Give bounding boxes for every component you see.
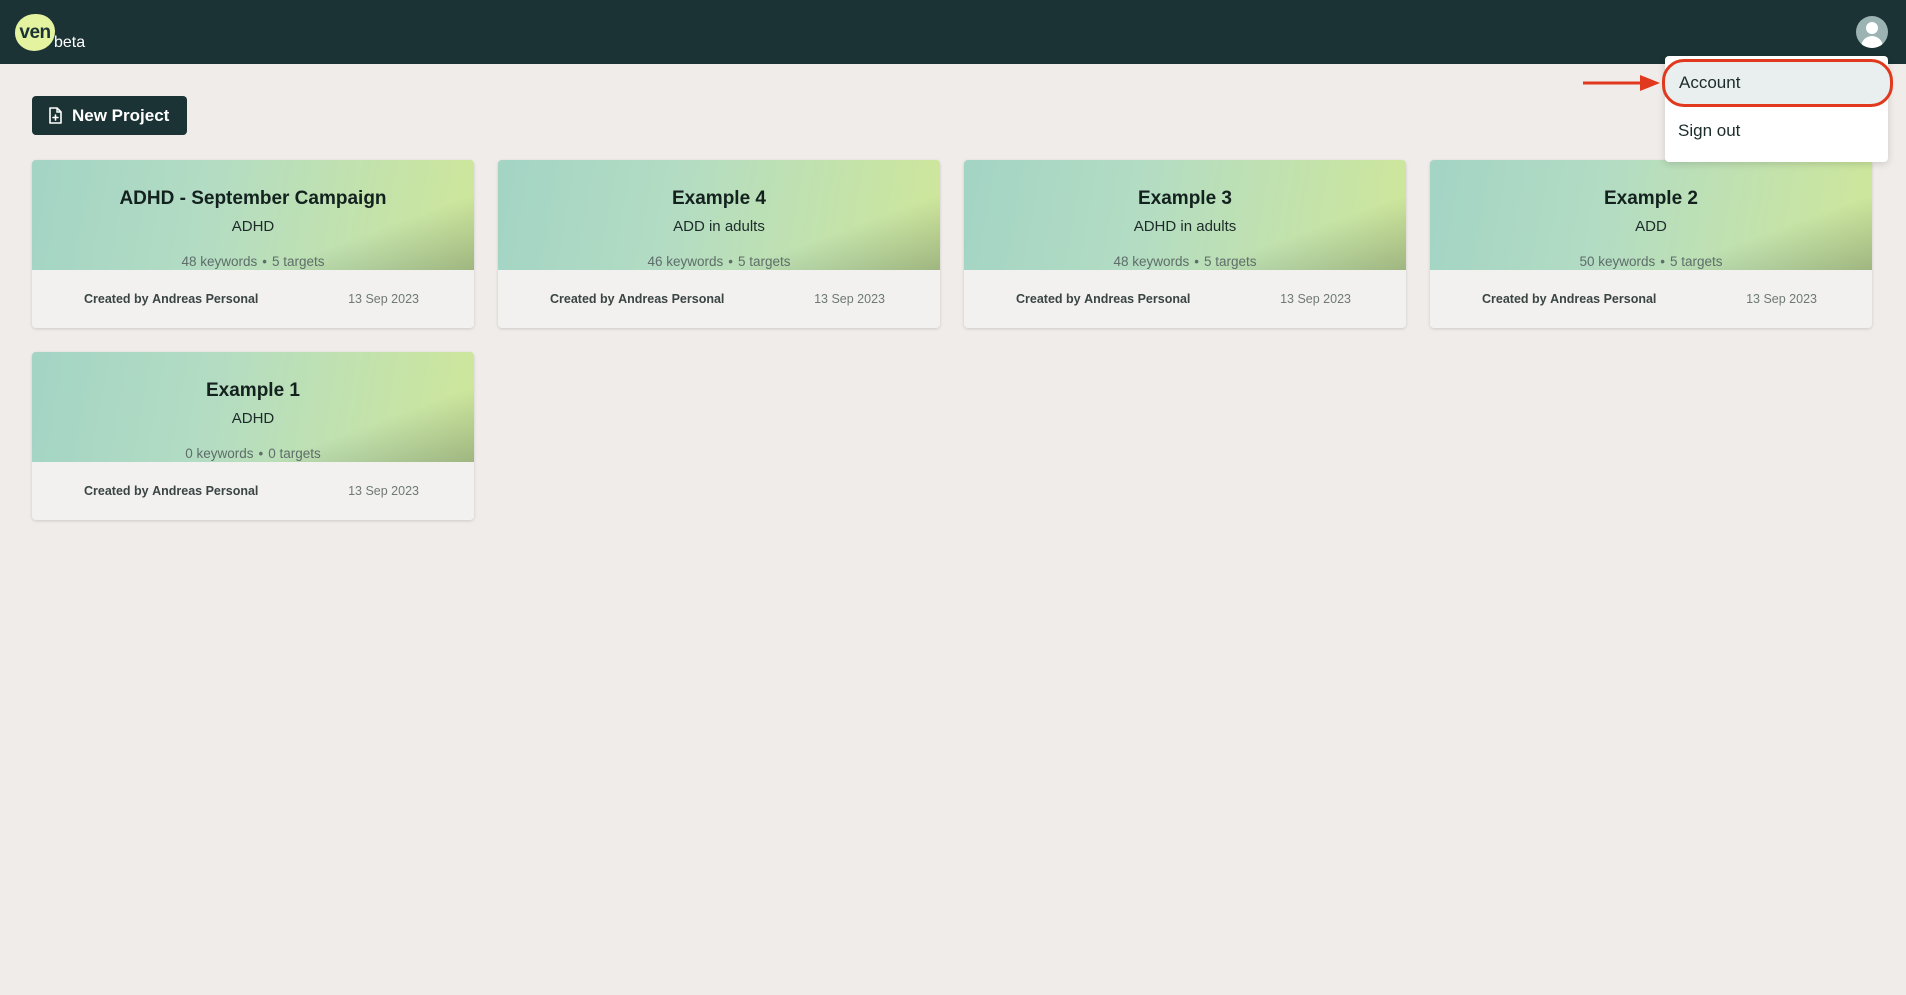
project-subtitle: ADD in adults [673,218,765,235]
target-count: 5 targets [1670,254,1723,269]
target-count: 5 targets [738,254,791,269]
created-by: Created by Andreas Personal [84,484,258,498]
meta-separator: • [728,254,733,269]
user-menu: Account Sign out [1662,56,1893,162]
project-card[interactable]: ADHD - September Campaign ADHD 48 keywor… [32,160,474,328]
logo-text: ven [19,21,51,43]
keyword-count: 48 keywords [181,254,258,269]
new-project-label: New Project [72,105,170,125]
created-date: 13 Sep 2023 [348,484,419,498]
meta-separator: • [1660,254,1665,269]
project-title: ADHD - September Campaign [119,188,387,209]
created-by-label: Created by [550,292,615,306]
created-date: 13 Sep 2023 [1746,292,1817,306]
meta-separator: • [258,446,264,461]
project-card[interactable]: Example 1 ADHD 0 keywords • 0 targets Crea… [32,352,474,520]
creator-name: Andreas Personal [618,292,725,306]
created-by: Created by Andreas Personal [550,292,724,306]
card-footer: Created by Andreas Personal 13 Sep 2023 [32,462,474,520]
keyword-count: 46 keywords [647,254,724,269]
project-meta: 50 keywords • 5 targets [1430,254,1872,269]
user-icon[interactable] [1856,16,1888,48]
project-meta: 48 keywords • 5 targets [964,254,1406,269]
menu-item-label: Account [1679,73,1741,92]
card-footer: Created by Andreas Personal 13 Sep 2023 [498,270,940,328]
meta-separator: • [262,254,267,269]
user-icon-body [1861,36,1883,48]
card-header: Example 3 ADHD in adults 48 keywords • 5 t… [964,160,1406,270]
target-count: 5 targets [272,254,325,269]
card-footer: Created by Andreas Personal 13 Sep 2023 [32,270,474,328]
user-icon-head [1866,22,1878,34]
project-meta: 0 keywords • 0 targets [32,446,474,461]
created-by-label: Created by [1016,292,1081,306]
creator-name: Andreas Personal [152,484,259,498]
card-header: Example 4 ADD in adults 46 keywords • 5 ta… [498,160,940,270]
creator-name: Andreas Personal [1550,292,1657,306]
keyword-count: 50 keywords [1579,254,1656,269]
created-date: 13 Sep 2023 [348,292,419,306]
new-project-button[interactable]: New Project [32,96,187,135]
project-meta: 48 keywords • 5 targets [32,254,474,269]
created-by-label: Created by [84,484,149,498]
top-bar: ven beta [0,0,1906,64]
file-plus-icon [48,107,62,124]
card-footer: Created by Andreas Personal 13 Sep 2023 [1430,270,1872,328]
menu-item-account[interactable]: Account [1662,59,1893,107]
project-title: Example 2 [1604,188,1698,209]
menu-item-label: Sign out [1678,121,1741,140]
meta-separator: • [1194,254,1199,269]
creator-name: Andreas Personal [1084,292,1191,306]
project-subtitle: ADHD [231,218,275,235]
project-meta: 46 keywords • 5 targets [498,254,940,269]
creator-name: Andreas Personal [152,292,259,306]
created-by-label: Created by [84,292,149,306]
project-title: Example 3 [1138,188,1232,209]
keyword-count: 0 keywords [185,446,254,461]
logo[interactable]: ven [15,14,55,51]
menu-item-sign-out[interactable]: Sign out [1665,109,1888,153]
card-header: Example 1 ADHD 0 keywords • 0 targets [32,352,474,462]
created-date: 13 Sep 2023 [814,292,885,306]
arrow-right-icon [1583,75,1660,91]
project-title: Example 1 [206,380,300,401]
target-count: 0 targets [268,446,321,461]
project-card[interactable]: Example 3 ADHD in adults 48 keywords • 5 t… [964,160,1406,328]
project-card[interactable]: Example 2 ADD 50 keywords • 5 targets Crea… [1430,160,1872,328]
project-title: Example 4 [672,188,766,209]
card-footer: Created by Andreas Personal 13 Sep 2023 [964,270,1406,328]
created-date: 13 Sep 2023 [1280,292,1351,306]
created-by-label: Created by [1482,292,1547,306]
project-card[interactable]: Example 4 ADD in adults 46 keywords • 5 ta… [498,160,940,328]
card-header: Example 2 ADD 50 keywords • 5 targets [1430,160,1872,270]
card-header: ADHD - September Campaign ADHD 48 keywor… [32,160,474,270]
keyword-count: 48 keywords [1113,254,1190,269]
beta-badge: beta [54,34,86,51]
created-by: Created by Andreas Personal [1016,292,1190,306]
project-subtitle: ADHD [231,410,275,427]
created-by: Created by Andreas Personal [1482,292,1656,306]
project-subtitle: ADHD in adults [1133,218,1237,235]
project-subtitle: ADD [1635,218,1667,235]
target-count: 5 targets [1204,254,1257,269]
created-by: Created by Andreas Personal [84,292,258,306]
